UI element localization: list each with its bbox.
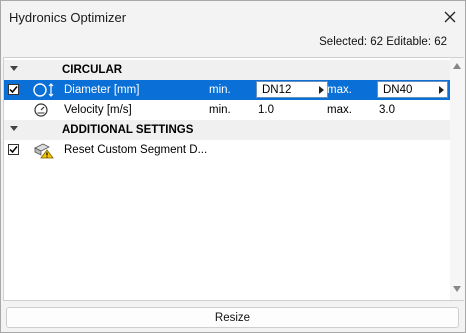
title-bar: Hydronics Optimizer [1, 1, 465, 33]
reset-warning-icon [34, 143, 54, 159]
min-label: min. [209, 104, 231, 116]
close-button[interactable] [436, 4, 464, 30]
checkmark-icon [9, 146, 18, 154]
collapse-triangle-icon[interactable] [10, 126, 18, 132]
row-checkbox[interactable] [8, 144, 19, 155]
row-checkbox[interactable] [8, 84, 19, 95]
footer-bar: Resize [3, 301, 464, 331]
section-label: CIRCULAR [62, 64, 123, 76]
max-diameter-dropdown[interactable]: DN40 [377, 81, 448, 98]
min-velocity-value[interactable]: 1.0 [258, 104, 274, 116]
selection-status: Selected: 62 Editable: 62 [319, 36, 447, 48]
dropdown-value: DN12 [262, 84, 292, 96]
resize-button[interactable]: Resize [6, 307, 459, 328]
setting-name: Diameter [mm] [64, 84, 140, 96]
checkmark-icon [9, 86, 18, 94]
close-icon [444, 11, 456, 23]
dropdown-arrow-icon [439, 86, 444, 94]
setting-row-velocity[interactable]: Velocity [m/s] min. 1.0 max. 3.0 [4, 100, 450, 120]
setting-name: Reset Custom Segment D... [64, 144, 208, 156]
section-header-circular[interactable]: CIRCULAR [4, 60, 450, 80]
section-header-additional-settings[interactable]: ADDITIONAL SETTINGS [4, 120, 450, 140]
min-diameter-dropdown[interactable]: DN12 [256, 81, 328, 98]
collapse-triangle-icon[interactable] [10, 66, 18, 72]
scroll-up-icon[interactable] [453, 63, 461, 69]
vertical-scrollbar[interactable] [450, 58, 464, 300]
window-title: Hydronics Optimizer [9, 10, 127, 25]
min-label: min. [209, 84, 231, 96]
setting-name: Velocity [m/s] [64, 104, 132, 116]
setting-row-diameter[interactable]: Diameter [mm] min. DN12 max. DN40 [4, 80, 450, 100]
max-velocity-value[interactable]: 3.0 [379, 104, 395, 116]
dropdown-arrow-icon [319, 86, 324, 94]
hydronics-optimizer-window: Hydronics Optimizer Selected: 62 Editabl… [0, 0, 466, 333]
velocity-gauge-icon [34, 103, 48, 117]
scroll-down-icon[interactable] [453, 286, 461, 292]
max-label: max. [327, 104, 352, 116]
settings-list: CIRCULAR Diameter [mm] min. DN12 max. DN… [3, 57, 464, 301]
diameter-icon [33, 83, 54, 97]
dropdown-value: DN40 [383, 84, 413, 96]
setting-row-reset-custom-segment[interactable]: Reset Custom Segment D... [4, 140, 450, 160]
section-label: ADDITIONAL SETTINGS [62, 124, 194, 136]
max-label: max. [327, 84, 352, 96]
